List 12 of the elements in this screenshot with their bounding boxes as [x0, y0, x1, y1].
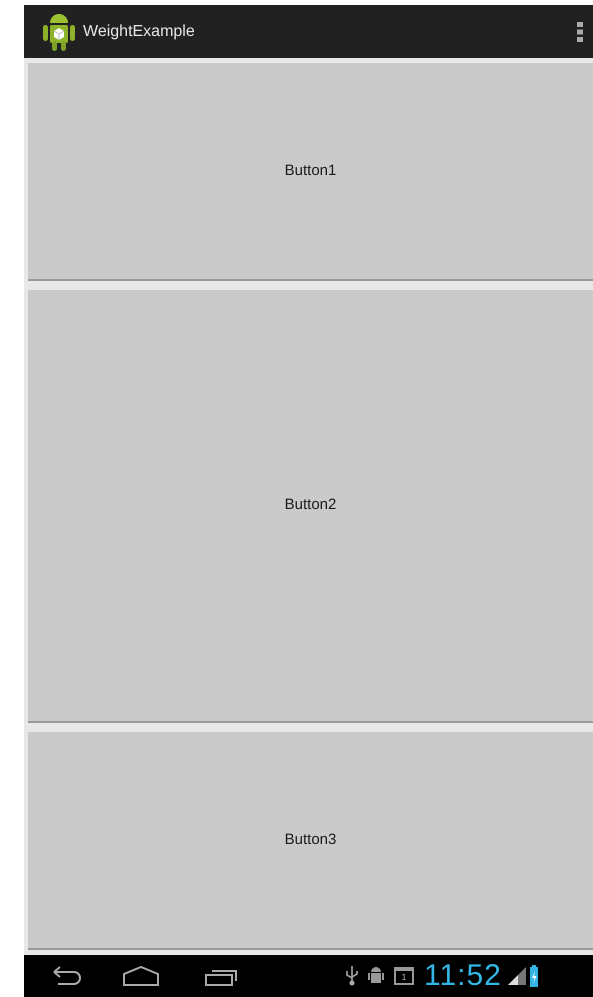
clock-time: 11:52 [424, 961, 502, 991]
android-debug-icon [368, 966, 384, 986]
overflow-menu-icon[interactable] [577, 22, 583, 42]
battery-charging-icon [530, 965, 538, 987]
weighted-button[interactable]: Button1 [28, 63, 593, 281]
app-title: WeightExample [83, 22, 195, 42]
signal-icon [508, 967, 526, 985]
usb-icon [346, 966, 358, 986]
home-icon[interactable] [122, 966, 160, 986]
calendar-icon: 1 [394, 967, 414, 985]
weighted-button[interactable]: Button2 [28, 290, 593, 724]
weighted-button[interactable]: Button3 [28, 732, 593, 950]
